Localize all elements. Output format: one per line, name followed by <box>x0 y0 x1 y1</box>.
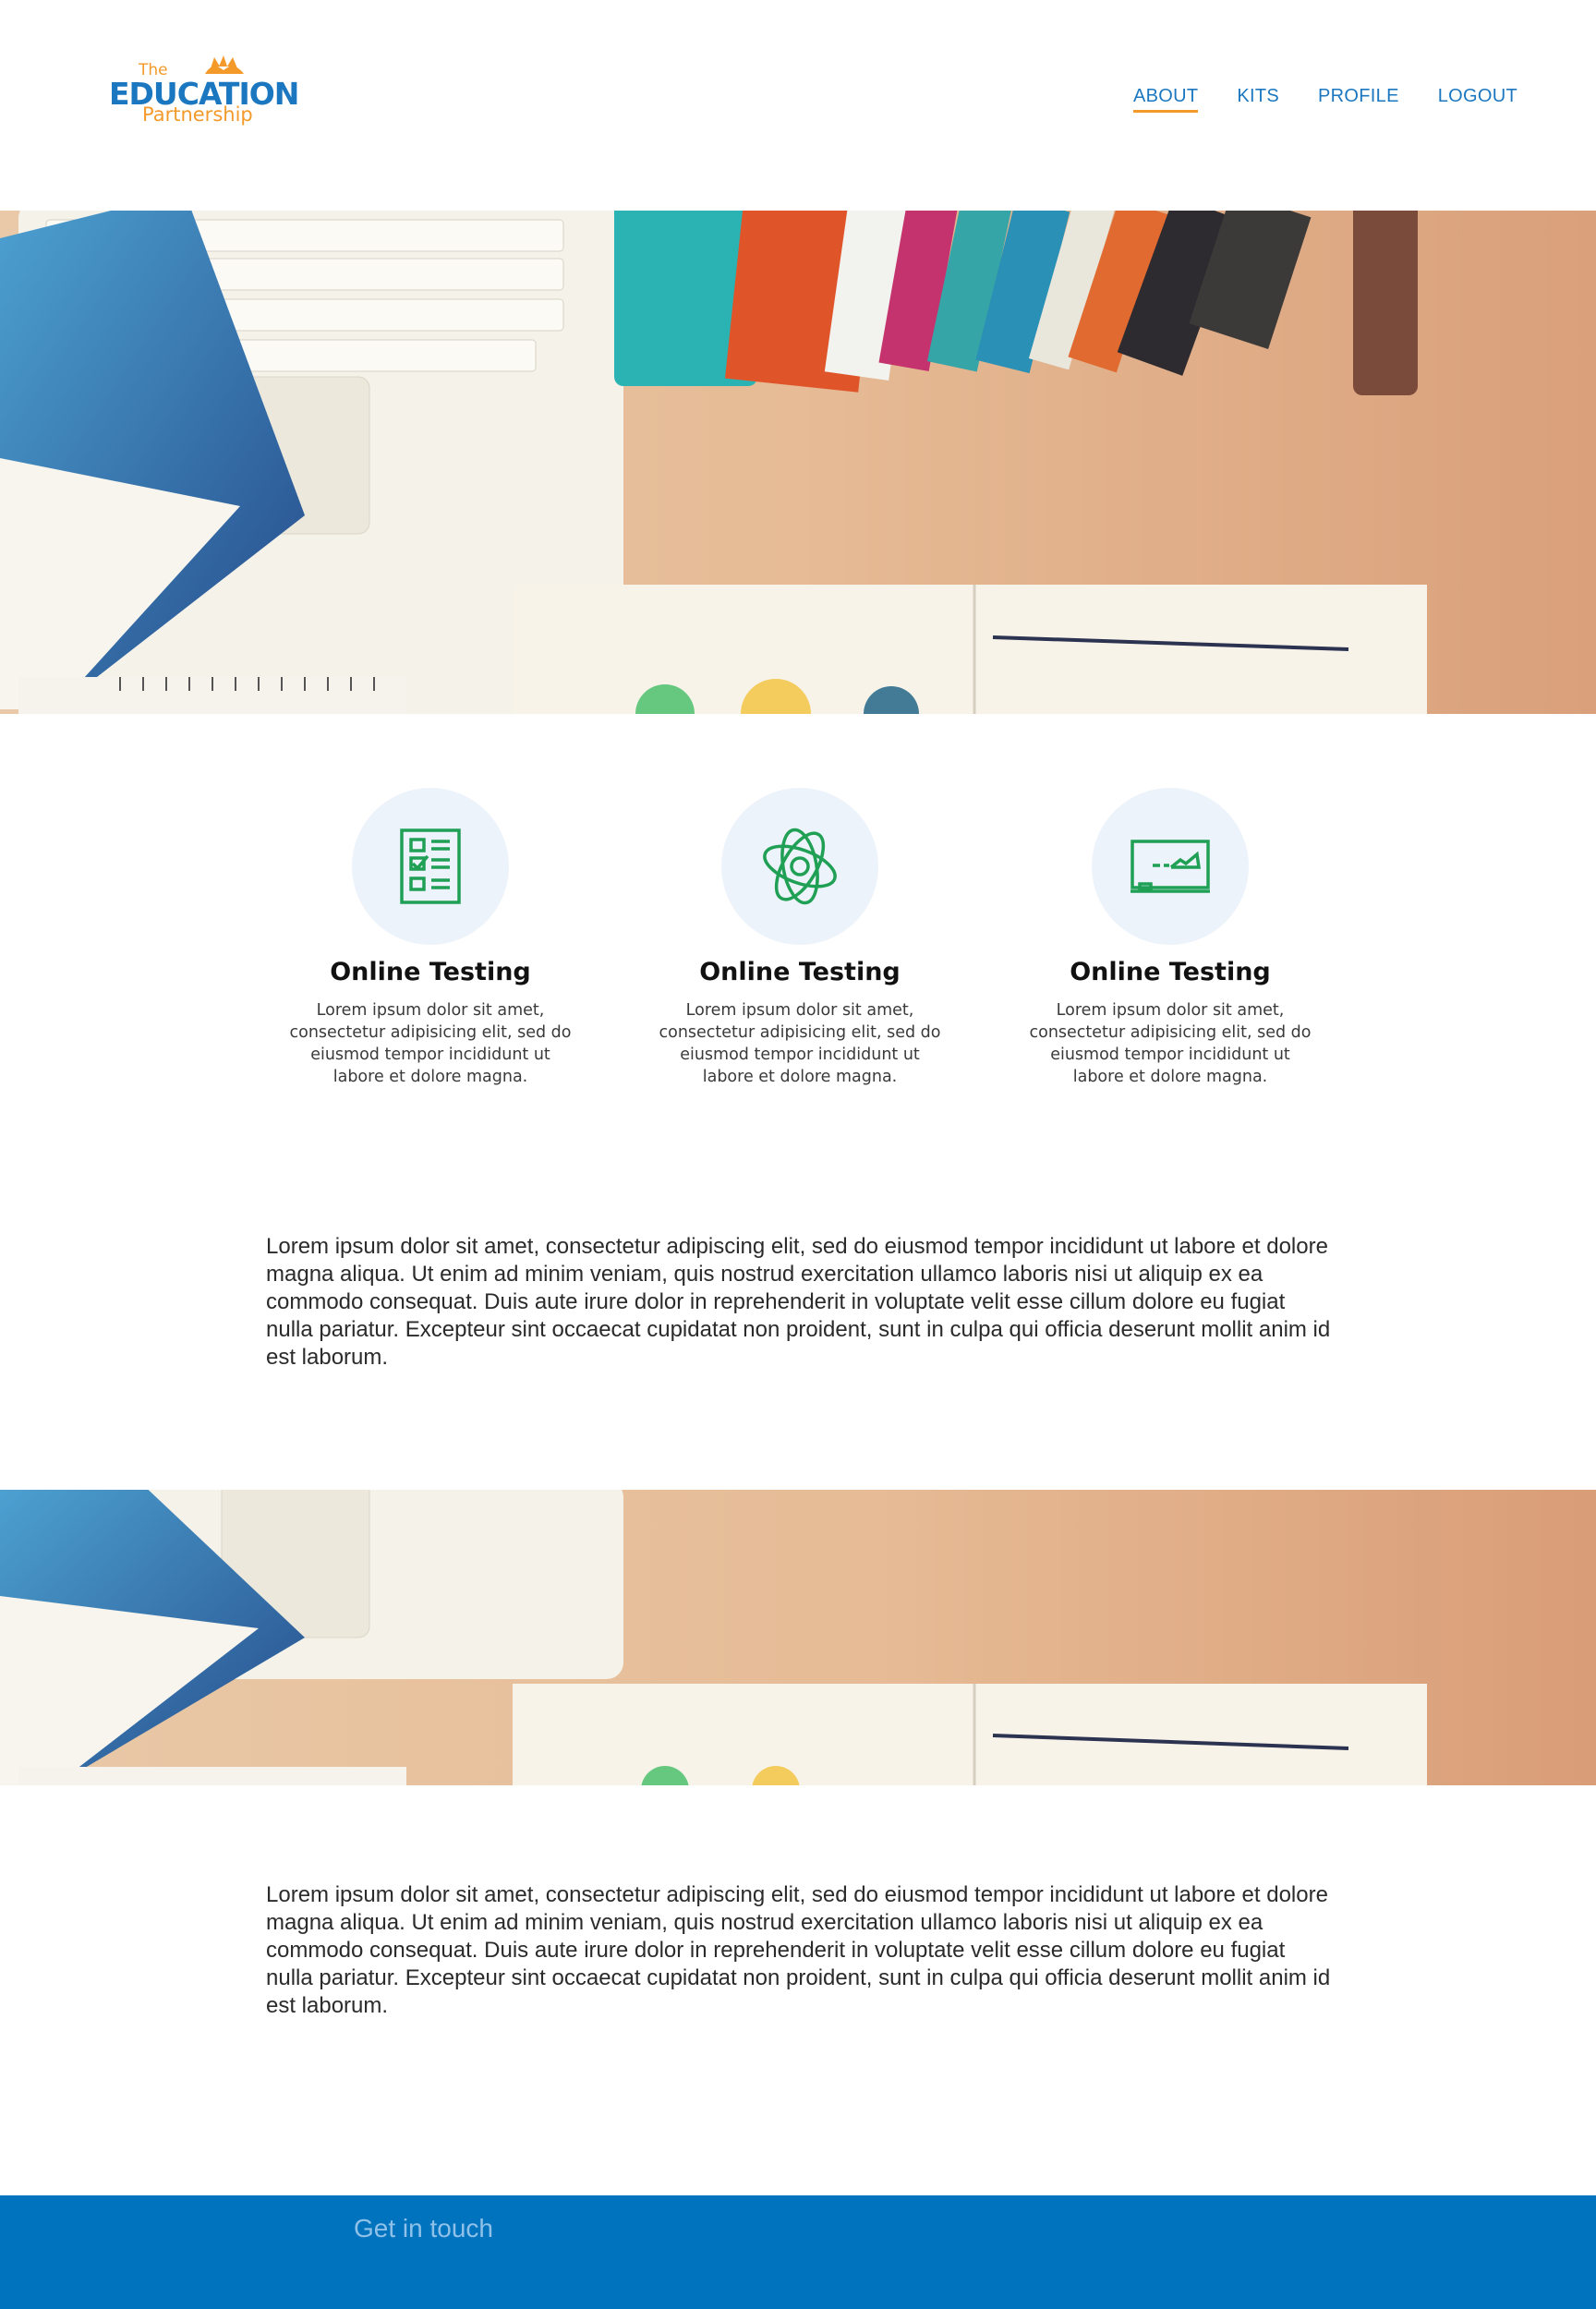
feature-card: Online Testing Lorem ipsum dolor sit ame… <box>643 788 957 1088</box>
feature-title: Online Testing <box>699 958 901 986</box>
whiteboard-icon <box>1130 840 1210 893</box>
feature-card: Online Testing Lorem ipsum dolor sit ame… <box>273 788 587 1088</box>
nav-about[interactable]: ABOUT <box>1132 86 1199 113</box>
nav-kits[interactable]: KITS <box>1237 86 1279 113</box>
logo-partnership: Partnership <box>142 103 253 126</box>
open-book-icon <box>205 55 244 74</box>
hero-image <box>0 211 1596 714</box>
site-logo[interactable]: The EDUCATION Partnership <box>107 55 299 133</box>
feature-icon-circle <box>1092 788 1249 945</box>
feature-icon-circle <box>721 788 878 945</box>
banner-image <box>0 1490 1596 1785</box>
feature-card: Online Testing Lorem ipsum dolor sit ame… <box>1013 788 1327 1088</box>
feature-title: Online Testing <box>1070 958 1271 986</box>
feature-text: Lorem ipsum dolor sit amet, consectetur … <box>1029 1001 1312 1086</box>
feature-icon-circle <box>352 788 509 945</box>
nav-profile[interactable]: PROFILE <box>1318 86 1399 113</box>
site-header: The EDUCATION Partnership ABOUT KITS PRO… <box>0 0 1596 211</box>
feature-text: Lorem ipsum dolor sit amet, consectetur … <box>289 1001 572 1086</box>
features-section: Online Testing Lorem ipsum dolor sit ame… <box>0 714 1596 1148</box>
intro-paragraph: Lorem ipsum dolor sit amet, consectetur … <box>266 1234 1331 1370</box>
footer-title: Get in touch <box>354 2214 493 2243</box>
atom-icon <box>763 828 837 905</box>
site-footer: Get in touch <box>0 2195 1596 2309</box>
checklist-icon <box>400 828 461 904</box>
main-nav: ABOUT KITS PROFILE LOGOUT <box>1132 86 1517 113</box>
nav-logout[interactable]: LOGOUT <box>1438 86 1517 113</box>
feature-title: Online Testing <box>330 958 531 986</box>
body-paragraph: Lorem ipsum dolor sit amet, consectetur … <box>266 1882 1331 2018</box>
feature-text: Lorem ipsum dolor sit amet, consectetur … <box>659 1001 941 1086</box>
